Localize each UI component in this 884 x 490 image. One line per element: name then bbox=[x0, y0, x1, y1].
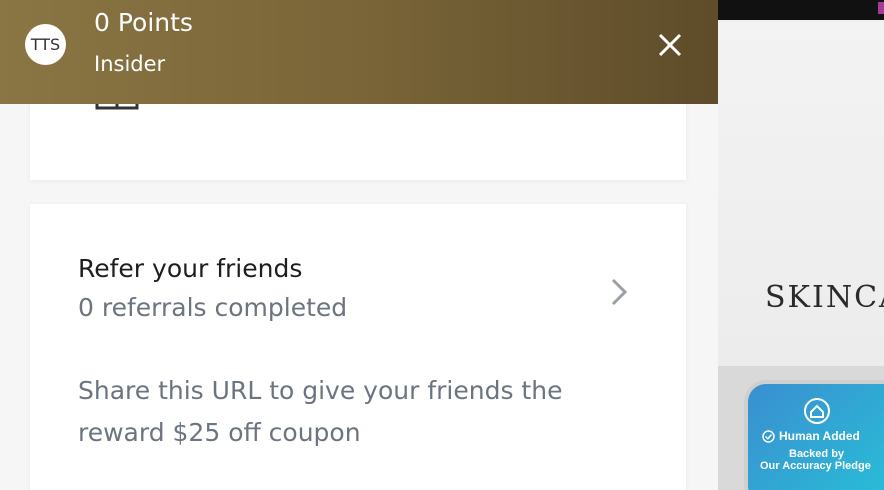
top-bar-accent bbox=[878, 2, 884, 14]
close-icon[interactable] bbox=[655, 30, 685, 60]
referral-count: 0 referrals completed bbox=[78, 293, 348, 322]
referral-title: Refer your friends bbox=[78, 254, 303, 283]
chevron-right-icon[interactable] bbox=[608, 276, 630, 308]
pledge-title: Human Added bbox=[779, 429, 860, 443]
hero-text: SKINCA bbox=[765, 280, 884, 315]
hero-banner: SKINCA bbox=[718, 22, 884, 366]
pledge-logo-icon bbox=[804, 398, 830, 424]
share-url-text: Share this URL to give your friends the … bbox=[78, 376, 563, 447]
accuracy-pledge-badge[interactable]: Human Added Backed by Our Accuracy Pledg… bbox=[748, 384, 884, 490]
points-balance: 0 Points bbox=[94, 8, 193, 37]
rewards-header: TTS 0 Points Insider bbox=[0, 0, 718, 104]
pledge-title-row: Human Added bbox=[762, 429, 860, 443]
site-top-bar bbox=[718, 0, 884, 20]
pledge-line-2: Backed by bbox=[789, 448, 845, 460]
background-page: SKINCA Human Added Backed by Our Accurac… bbox=[718, 0, 884, 490]
referral-card[interactable]: Refer your friends 0 referrals completed… bbox=[30, 204, 686, 490]
check-circle-icon bbox=[762, 429, 775, 443]
avatar: TTS bbox=[25, 24, 66, 65]
pledge-line-3: Our Accuracy Pledge bbox=[760, 460, 871, 472]
tier-label: Insider bbox=[94, 52, 166, 76]
